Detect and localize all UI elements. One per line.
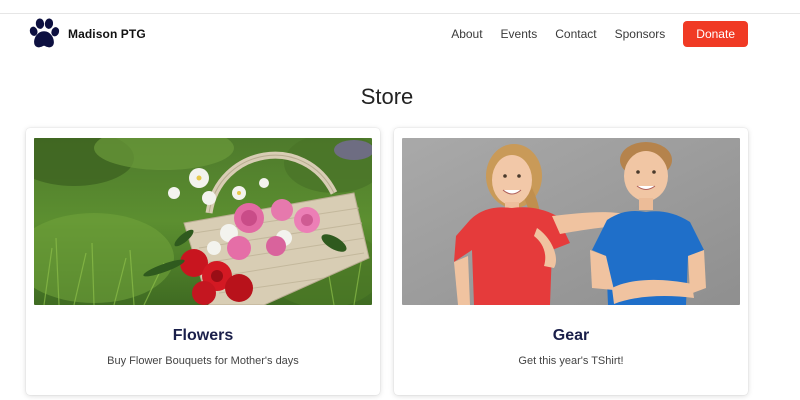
nav-link-events[interactable]: Events <box>501 27 538 41</box>
card-title: Flowers <box>172 327 234 344</box>
nav-link-sponsors[interactable]: Sponsors <box>615 27 666 41</box>
card-description: Get this year's TShirt! <box>518 355 624 367</box>
nav-link-about[interactable]: About <box>451 27 482 41</box>
card-title: Gear <box>552 327 590 344</box>
brand-name: Madison PTG <box>68 27 146 41</box>
kids-tshirts-photo <box>402 138 740 305</box>
nav-link-contact[interactable]: Contact <box>555 27 596 41</box>
paw-icon <box>29 18 60 48</box>
main-nav: About Events Contact Sponsors Donate <box>451 20 748 48</box>
page-title: Store <box>360 84 414 109</box>
store-card-flowers[interactable]: Flowers Buy Flower Bouquets for Mother's… <box>26 128 380 395</box>
flower-basket-photo <box>34 138 372 305</box>
brand-logo-link[interactable]: Madison PTG <box>26 14 146 54</box>
kids-tshirts-illustration <box>402 138 740 305</box>
donate-button[interactable]: Donate <box>683 21 748 47</box>
store-card-gear[interactable]: Gear Get this year's TShirt! <box>394 128 748 395</box>
flower-basket-illustration <box>34 138 372 305</box>
store-cards: Flowers Buy Flower Bouquets for Mother's… <box>26 128 750 400</box>
site-header: Madison PTG About Events Contact Sponsor… <box>0 14 800 54</box>
card-description: Buy Flower Bouquets for Mother's days <box>107 355 299 367</box>
